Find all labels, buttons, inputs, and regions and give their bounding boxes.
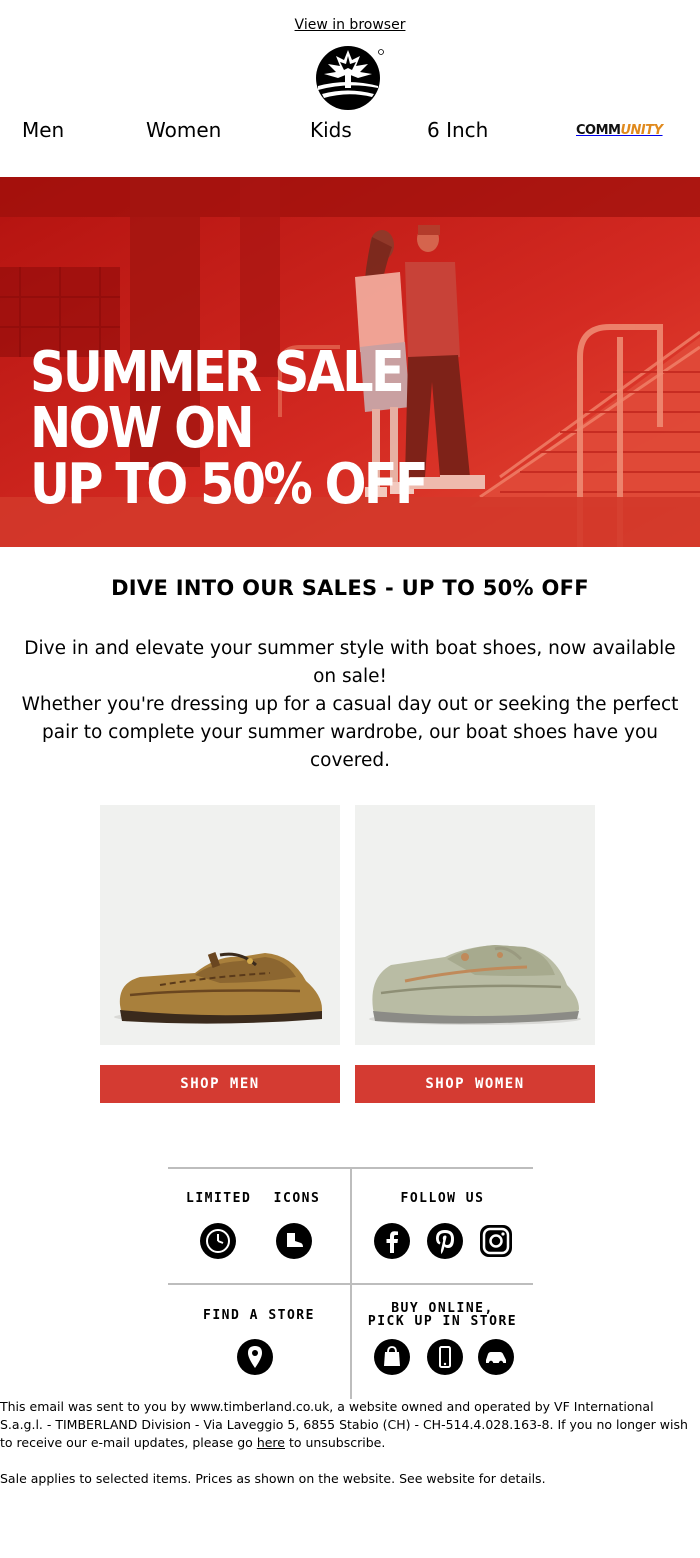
legal-text-end: to unsubscribe. [284,1435,386,1450]
timberland-logo[interactable] [312,42,384,110]
find-store-label: FIND A STORE [203,1308,315,1323]
limited-label: LIMITED [186,1191,252,1206]
footer-links-grid: LIMITED ICONS FOLLOW US FIND A STORE BUY… [168,1167,533,1399]
instagram-icon[interactable] [478,1223,514,1259]
location-pin-icon[interactable] [237,1339,273,1375]
shopping-bag-icon[interactable] [374,1339,410,1375]
legal-text: This email was sent to you by www.timber… [0,1398,700,1452]
description-paragraph-2: Whether you're dressing up for a casual … [21,694,679,771]
nav-men[interactable]: Men [22,118,64,142]
nav-kids[interactable]: Kids [310,118,352,142]
men-boat-shoe-image[interactable] [100,805,340,1045]
hero-line-1: SUMMER SALE [30,340,405,405]
view-in-browser-link[interactable]: View in browser [295,17,406,33]
view-in-browser-row: View in browser [0,17,700,33]
icons-label: ICONS [273,1191,321,1206]
hero-banner[interactable]: SUMMER SALE NOW ON UP TO 50% OFF [0,177,700,547]
hero-title: SUMMER SALE NOW ON UP TO 50% OFF [30,340,429,517]
limited-clock-icon[interactable] [200,1223,236,1259]
nav-women[interactable]: Women [146,118,221,142]
nav-community-logo[interactable]: COMMUNITY [576,123,663,138]
shop-women-button[interactable]: SHOP WOMEN [355,1065,595,1103]
unsubscribe-link[interactable]: here [257,1435,285,1450]
icons-boot-icon[interactable] [276,1223,312,1259]
sales-description: Dive in and elevate your summer style wi… [20,635,680,775]
community-text-part2: UNITY [620,123,663,138]
hero-line-2: NOW ON [30,396,255,461]
buy-online-line-2: PICK UP IN STORE [367,1314,518,1329]
follow-us-label: FOLLOW US [400,1191,485,1206]
buy-online-label: BUY ONLINE, PICK UP IN STORE [352,1302,533,1328]
car-pickup-icon[interactable] [478,1339,514,1375]
main-nav: Men Women Kids 6 Inch COMMUNITY [0,118,700,148]
women-boat-shoe-image[interactable] [355,805,595,1045]
sale-note: Sale applies to selected items. Prices a… [0,1471,546,1486]
community-text-part1: COMM [576,123,621,138]
hero-line-3: UP TO 50% OFF [30,452,429,517]
shop-men-button[interactable]: SHOP MEN [100,1065,340,1103]
facebook-icon[interactable] [374,1223,410,1259]
nav-6-inch[interactable]: 6 Inch [427,118,488,142]
mobile-phone-icon[interactable] [427,1339,463,1375]
sales-headline: DIVE INTO OUR SALES - UP TO 50% OFF [111,576,589,600]
description-paragraph-1: Dive in and elevate your summer style wi… [24,638,676,687]
pinterest-icon[interactable] [427,1223,463,1259]
